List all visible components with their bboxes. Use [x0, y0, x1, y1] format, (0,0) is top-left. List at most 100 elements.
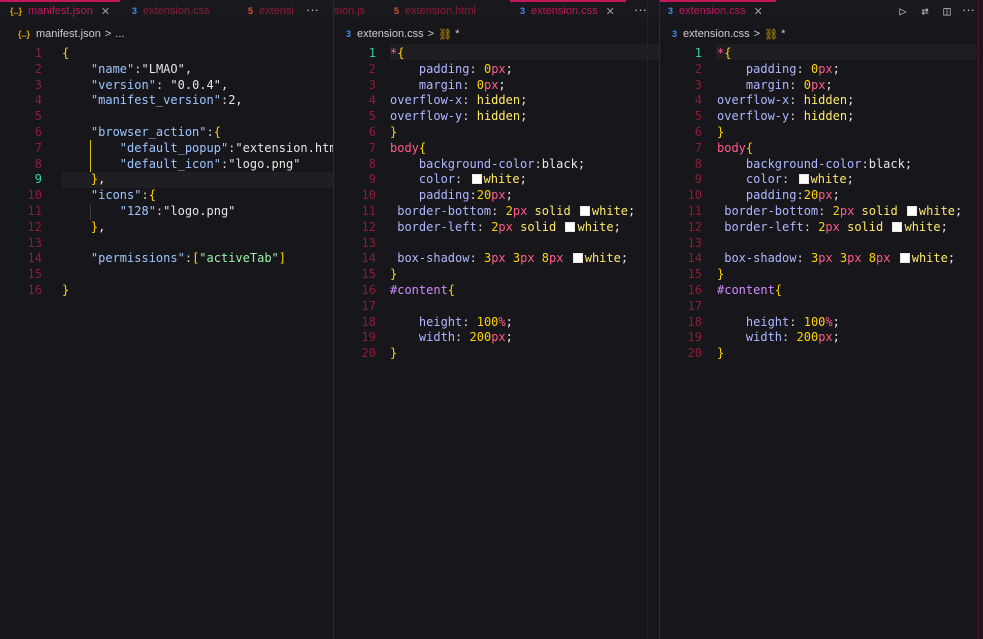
more-actions-icon[interactable]: ···: [634, 0, 647, 22]
scrollbar-edge[interactable]: [978, 0, 979, 639]
line-number: 19: [687, 330, 702, 345]
code-line[interactable]: overflow-x: hidden;: [390, 92, 527, 108]
code-line[interactable]: #content{: [717, 282, 782, 298]
code-line[interactable]: "permissions":["activeTab"]: [62, 250, 286, 266]
code-line[interactable]: },: [62, 171, 105, 187]
code-line[interactable]: margin: 0px;: [390, 77, 506, 93]
code-line[interactable]: border-left: 2px solid white;: [390, 219, 621, 235]
line-number: 13: [361, 235, 376, 250]
tab-extension-js[interactable]: sion.js: [334, 0, 374, 22]
color-swatch-icon[interactable]: [572, 253, 583, 264]
code-line[interactable]: width: 200px;: [717, 329, 840, 345]
code-line[interactable]: height: 100%;: [390, 314, 513, 330]
breadcrumb-symbol[interactable]: *: [781, 28, 785, 40]
code-line[interactable]: height: 100%;: [717, 314, 840, 330]
line-number: 4: [368, 93, 376, 108]
tab-label: extension.css: [143, 5, 210, 17]
tab-extension-css[interactable]: 3 extension.css ✕: [668, 0, 776, 22]
color-swatch-icon[interactable]: [471, 174, 482, 185]
code-line[interactable]: }: [717, 345, 724, 361]
tab-manifest-json[interactable]: {..} manifest.json ✕: [10, 0, 120, 22]
code-line[interactable]: *{: [717, 45, 731, 61]
tab-extension-css[interactable]: 3 extension.css: [132, 0, 232, 22]
close-icon[interactable]: ✕: [754, 5, 763, 18]
line-number: 3: [34, 77, 42, 92]
code-line[interactable]: border-bottom: 2px solid white;: [390, 203, 635, 219]
close-icon[interactable]: ✕: [101, 5, 110, 18]
code-line[interactable]: overflow-y: hidden;: [390, 108, 527, 124]
color-swatch-icon[interactable]: [579, 206, 590, 216]
breadcrumb: {..} manifest.json > ...: [18, 26, 124, 42]
code-line[interactable]: padding: 0px;: [390, 61, 513, 77]
line-number: 15: [27, 267, 42, 282]
code-line[interactable]: #content{: [390, 282, 455, 298]
code-line[interactable]: }: [717, 266, 724, 282]
html-icon: 5: [248, 6, 254, 16]
color-swatch-icon[interactable]: [798, 174, 809, 185]
line-number: 10: [27, 188, 42, 203]
breadcrumb-file[interactable]: extension.css: [357, 28, 424, 40]
breadcrumb-separator: >: [753, 28, 761, 40]
more-actions-icon[interactable]: ···: [962, 0, 975, 22]
more-actions-icon[interactable]: ···: [306, 0, 319, 22]
code-line[interactable]: }: [390, 266, 397, 282]
code-line[interactable]: }: [62, 282, 69, 298]
code-line[interactable]: "browser_action":{: [62, 124, 221, 140]
code-line[interactable]: margin: 0px;: [717, 77, 833, 93]
breadcrumb-symbol[interactable]: *: [455, 28, 459, 40]
code-editor[interactable]: *{ padding: 0px; margin: 0px; overflow-x:…: [390, 44, 649, 639]
compare-icon[interactable]: ⇄: [918, 4, 932, 18]
breadcrumb-file[interactable]: manifest.json: [36, 28, 101, 40]
code-line[interactable]: "name":"LMAO",: [62, 61, 192, 77]
code-line[interactable]: background-color:black;: [390, 156, 585, 172]
code-line[interactable]: overflow-y: hidden;: [717, 108, 854, 124]
color-swatch-icon[interactable]: [565, 221, 576, 232]
color-swatch-icon[interactable]: [892, 221, 903, 232]
split-icon[interactable]: ◫: [940, 4, 954, 18]
line-number: 3: [368, 77, 376, 92]
code-line[interactable]: box-shadow: 3px 3px 8px white;: [390, 250, 628, 266]
tab-extension-html[interactable]: 5 extension.html: [394, 0, 506, 22]
code-line[interactable]: *{: [390, 45, 404, 61]
code-line[interactable]: "128":"logo.png": [62, 203, 236, 219]
code-line[interactable]: color: white;: [390, 171, 527, 187]
code-line[interactable]: padding: 0px;: [717, 61, 840, 77]
code-editor[interactable]: *{ padding: 0px; margin: 0px; overflow-x:…: [717, 44, 977, 639]
code-line[interactable]: }: [717, 124, 724, 140]
code-line[interactable]: body{: [390, 140, 426, 156]
code-line[interactable]: }: [390, 124, 397, 140]
code-line[interactable]: "default_icon":"logo.png": [62, 156, 301, 172]
code-line[interactable]: padding:20px;: [717, 187, 840, 203]
code-line[interactable]: "version": "0.0.4",: [62, 77, 228, 93]
close-icon[interactable]: ✕: [606, 5, 615, 18]
code-editor[interactable]: { "name":"LMAO", "version": "0.0.4", "ma…: [62, 44, 333, 639]
line-number: 18: [687, 314, 702, 329]
color-swatch-icon[interactable]: [906, 206, 917, 216]
code-line[interactable]: }: [390, 345, 397, 361]
code-line[interactable]: border-bottom: 2px solid white;: [717, 203, 962, 219]
line-number: 12: [687, 219, 702, 234]
color-swatch-icon[interactable]: [899, 253, 910, 264]
code-line[interactable]: "icons":{: [62, 187, 156, 203]
code-line[interactable]: color: white;: [717, 171, 854, 187]
tab-extension-js[interactable]: 5 extensi: [248, 0, 304, 22]
code-line[interactable]: border-left: 2px solid white;: [717, 219, 948, 235]
line-number: 4: [694, 93, 702, 108]
code-line[interactable]: box-shadow: 3px 3px 8px white;: [717, 250, 955, 266]
code-line[interactable]: background-color:black;: [717, 156, 912, 172]
css-icon: 3: [672, 29, 678, 39]
code-line[interactable]: "manifest_version":2,: [62, 92, 243, 108]
code-line[interactable]: "default_popup":"extension.html": [62, 140, 333, 156]
line-number: 8: [694, 156, 702, 171]
code-line[interactable]: },: [62, 219, 105, 235]
code-line[interactable]: body{: [717, 140, 753, 156]
code-line[interactable]: width: 200px;: [390, 329, 513, 345]
left-editor-pane: {..} manifest.json ✕ 3 extension.css 5 e…: [0, 0, 333, 639]
tab-extension-css[interactable]: 3 extension.css ✕: [520, 0, 624, 22]
code-line[interactable]: padding:20px;: [390, 187, 513, 203]
breadcrumb-ellipsis[interactable]: ...: [115, 28, 124, 40]
run-icon[interactable]: ▷: [896, 4, 910, 18]
code-line[interactable]: {: [62, 45, 69, 61]
breadcrumb-file[interactable]: extension.css: [683, 28, 750, 40]
code-line[interactable]: overflow-x: hidden;: [717, 92, 854, 108]
